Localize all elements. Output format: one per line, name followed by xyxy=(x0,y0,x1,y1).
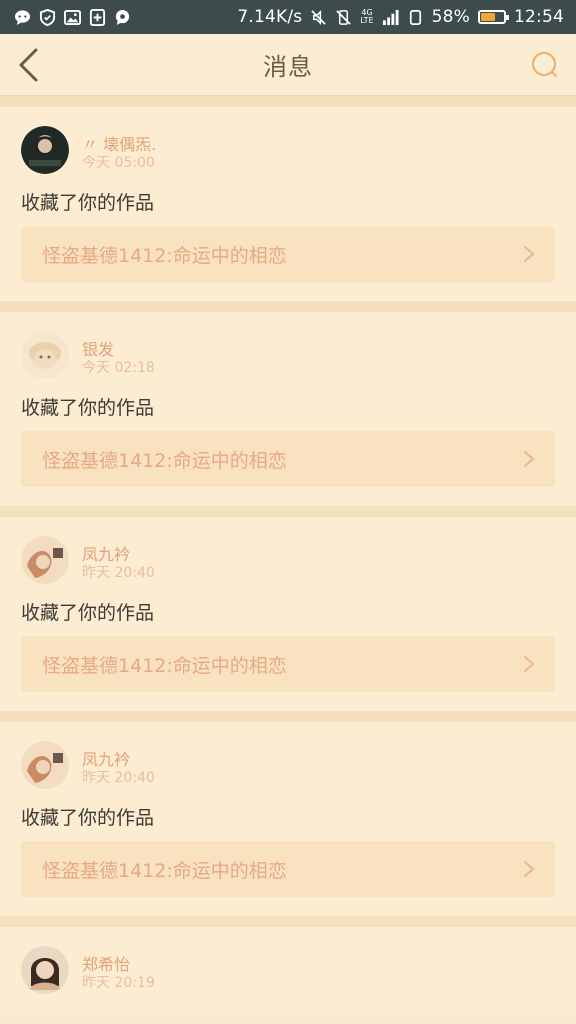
chevron-left-icon xyxy=(19,48,38,82)
work-title: 怪盗基德1412:命运中的相恋 xyxy=(42,244,287,267)
plus-square-icon xyxy=(89,8,106,26)
location-chat-icon xyxy=(114,9,131,26)
list-divider xyxy=(0,916,576,927)
chevron-right-icon xyxy=(524,451,535,467)
battery-icon xyxy=(478,10,509,24)
clock: 12:54 xyxy=(514,7,564,27)
tablet-icon xyxy=(407,9,424,26)
timestamp: 昨天 20:19 xyxy=(82,975,155,991)
timestamp: 今天 02:18 xyxy=(82,360,155,376)
status-right-icons: 7.14K/s 4G LTE 58% 12:54 xyxy=(237,7,564,27)
avatar[interactable] xyxy=(21,126,69,174)
timestamp: 昨天 20:40 xyxy=(82,770,155,786)
search-button[interactable] xyxy=(530,50,560,80)
avatar[interactable] xyxy=(21,536,69,584)
back-button[interactable] xyxy=(10,46,46,84)
battery-fill xyxy=(481,13,495,21)
status-left-icons xyxy=(14,8,131,26)
list-divider xyxy=(0,711,576,722)
work-title: 怪盗基德1412:命运中的相恋 xyxy=(42,859,287,882)
work-link[interactable]: 怪盗基德1412:命运中的相恋 xyxy=(21,226,555,282)
message-list: 〃 壊偶炁. 今天 05:00 收藏了你的作品 怪盗基德1412:命运中的相恋 … xyxy=(0,96,576,1017)
list-item: 凤九衿 昨天 20:40 收藏了你的作品 怪盗基德1412:命运中的相恋 xyxy=(0,722,576,916)
list-divider xyxy=(0,301,576,312)
work-title: 怪盗基德1412:命运中的相恋 xyxy=(42,449,287,472)
work-title: 怪盗基德1412:命运中的相恋 xyxy=(42,654,287,677)
action-text: 收藏了你的作品 xyxy=(21,602,155,624)
avatar[interactable] xyxy=(21,741,69,789)
action-text: 收藏了你的作品 xyxy=(21,807,155,829)
header-bar: 消息 xyxy=(0,34,576,96)
search-icon xyxy=(531,51,558,78)
signal-icon xyxy=(382,9,399,26)
list-item: 〃 壊偶炁. 今天 05:00 收藏了你的作品 怪盗基德1412:命运中的相恋 xyxy=(0,107,576,301)
network-sub-label: LTE xyxy=(360,16,374,25)
network-speed: 7.14K/s xyxy=(237,7,303,27)
list-divider xyxy=(0,506,576,517)
list-item: 凤九衿 昨天 20:40 收藏了你的作品 怪盗基德1412:命运中的相恋 xyxy=(0,517,576,711)
page-title: 消息 xyxy=(263,53,313,81)
chat-icon xyxy=(14,9,31,26)
shield-icon xyxy=(39,8,56,26)
chevron-right-icon xyxy=(524,246,535,262)
timestamp: 今天 05:00 xyxy=(82,155,155,171)
status-bar: 7.14K/s 4G LTE 58% 12:54 xyxy=(0,0,576,34)
action-text: 收藏了你的作品 xyxy=(21,397,155,419)
chevron-right-icon xyxy=(524,656,535,672)
avatar[interactable] xyxy=(21,331,69,379)
list-item: 郑希怡 昨天 20:19 xyxy=(0,927,576,1017)
image-icon xyxy=(64,9,81,26)
network-type: 4G LTE xyxy=(360,9,373,25)
mute-icon xyxy=(310,9,327,26)
list-item: 银发 今天 02:18 收藏了你的作品 怪盗基德1412:命运中的相恋 xyxy=(0,312,576,506)
vibrate-off-icon xyxy=(335,9,352,26)
chevron-right-icon xyxy=(524,861,535,877)
work-link[interactable]: 怪盗基德1412:命运中的相恋 xyxy=(21,841,555,897)
action-text: 收藏了你的作品 xyxy=(21,192,155,214)
list-divider xyxy=(0,96,576,107)
battery-percent: 58% xyxy=(431,7,470,27)
work-link[interactable]: 怪盗基德1412:命运中的相恋 xyxy=(21,431,555,487)
timestamp: 昨天 20:40 xyxy=(82,565,155,581)
work-link[interactable]: 怪盗基德1412:命运中的相恋 xyxy=(21,636,555,692)
avatar[interactable] xyxy=(21,946,69,994)
